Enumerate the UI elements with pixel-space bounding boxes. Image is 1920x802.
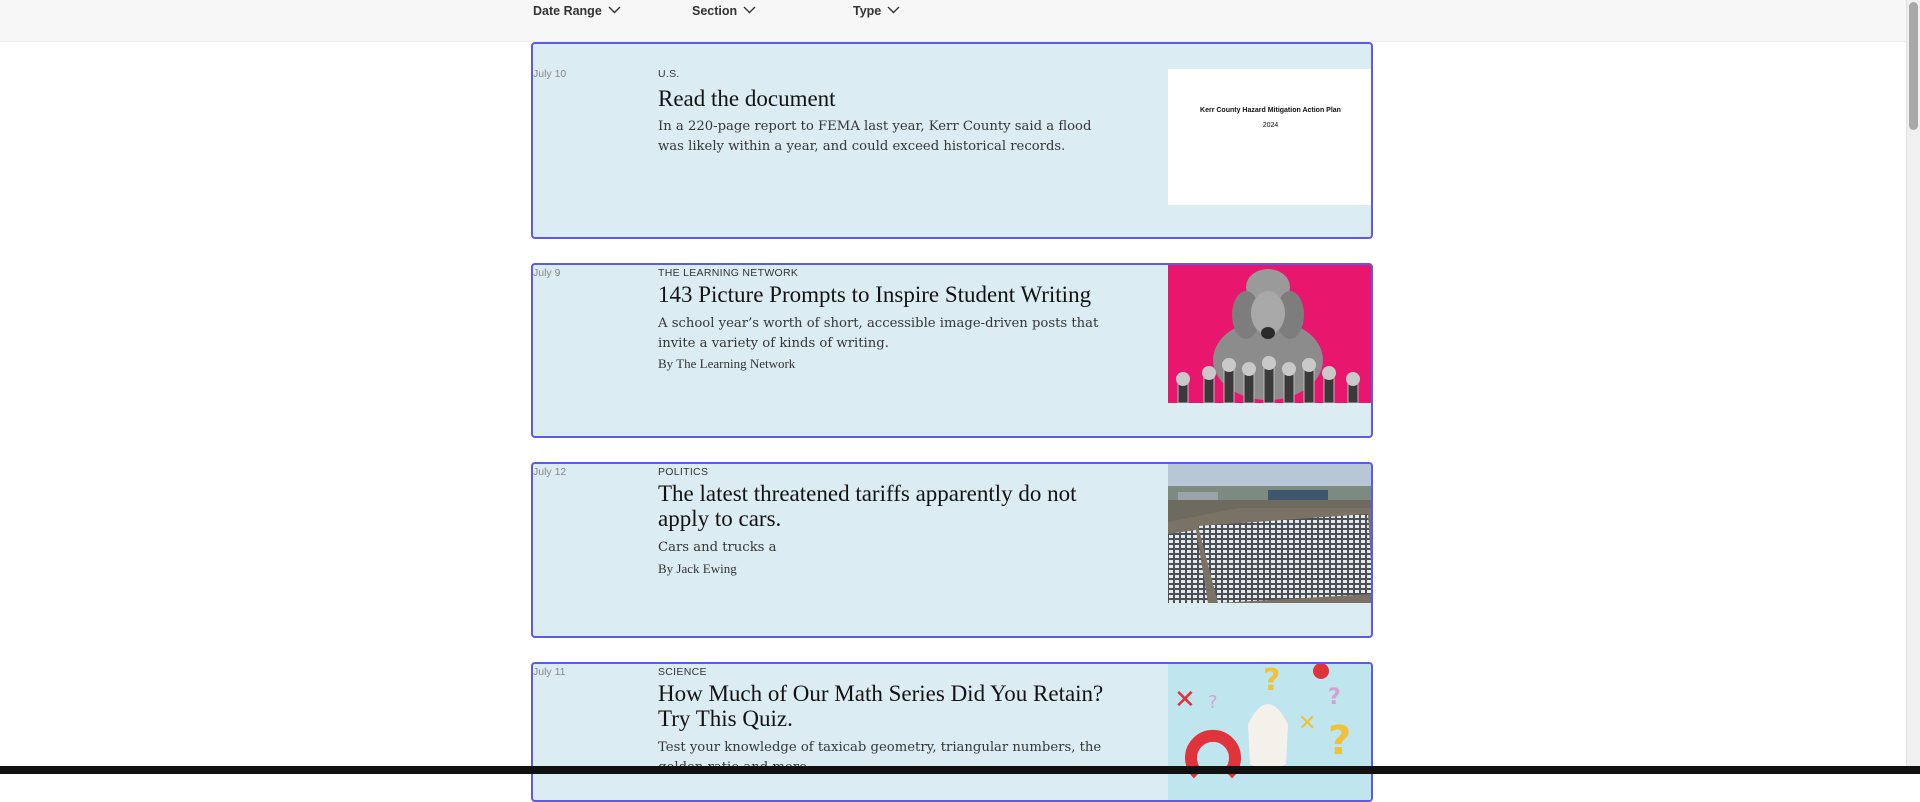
result-summary: Cars and trucks a — [658, 540, 777, 555]
search-result-card[interactable]: July 12 POLITICS The latest threatened t… — [531, 462, 1373, 638]
result-byline: By Jack Ewing — [658, 561, 737, 576]
chevron-down-icon — [743, 6, 756, 14]
search-filter-bar: Date Range Section Type — [0, 0, 1906, 42]
result-date: July 9 — [533, 267, 561, 279]
result-summary: In a 220-page report to FEMA last year, … — [658, 119, 1092, 154]
car-lot-image — [1168, 464, 1371, 603]
svg-text:?: ? — [1208, 692, 1218, 713]
poodle-image — [1168, 265, 1371, 403]
result-date: July 11 — [533, 666, 566, 678]
result-summary: A school year’s worth of short, accessib… — [658, 316, 1099, 351]
date-range-label: Date Range — [533, 4, 602, 18]
result-date: July 12 — [533, 466, 567, 478]
section-filter[interactable]: Section — [692, 4, 756, 18]
search-result-card[interactable]: July 11 SCIENCE How Much of Our Math Ser… — [531, 662, 1373, 802]
chevron-down-icon — [887, 6, 900, 14]
result-headline[interactable]: How Much of Our Math Series Did You Reta… — [658, 681, 1118, 731]
type-filter[interactable]: Type — [853, 4, 900, 18]
bottom-edge-bar — [0, 766, 1920, 774]
result-section[interactable]: U.S. — [658, 68, 680, 80]
result-thumbnail[interactable]: ? ? ? ? ✕ ✕ — [1168, 664, 1371, 800]
result-headline[interactable]: 143 Picture Prompts to Inspire Student W… — [658, 282, 1118, 307]
result-headline[interactable]: Read the document — [658, 86, 1118, 111]
result-section[interactable]: POLITICS — [658, 466, 708, 478]
svg-text:?: ? — [1328, 685, 1341, 710]
document-title: Kerr County Hazard Mitigation Action Pla… — [1200, 107, 1341, 114]
result-date: July 10 — [533, 68, 567, 80]
search-result-card[interactable]: July 10 U.S. Read the document In a 220-… — [531, 42, 1373, 239]
search-result-card[interactable]: July 9 THE LEARNING NETWORK 143 Picture … — [531, 263, 1373, 438]
math-quiz-image: ? ? ? ? ✕ ✕ — [1168, 664, 1371, 800]
svg-text:?: ? — [1263, 664, 1280, 698]
section-filter-label: Section — [692, 4, 738, 18]
svg-text:?: ? — [1328, 718, 1351, 764]
page-scrollbar[interactable] — [1906, 0, 1920, 774]
chevron-down-icon — [608, 6, 621, 14]
result-thumbnail[interactable] — [1168, 464, 1371, 603]
date-range-filter[interactable]: Date Range — [533, 4, 621, 18]
result-section[interactable]: SCIENCE — [658, 666, 707, 678]
document-year: 2024 — [1262, 122, 1279, 129]
result-thumbnail[interactable] — [1168, 265, 1371, 403]
svg-text:✕: ✕ — [1298, 711, 1316, 736]
result-section[interactable]: THE LEARNING NETWORK — [658, 267, 798, 279]
result-byline: By The Learning Network — [658, 356, 796, 371]
svg-text:✕: ✕ — [1174, 685, 1196, 715]
result-headline[interactable]: The latest threatened tariffs apparently… — [658, 481, 1118, 531]
scrollbar-thumb[interactable] — [1909, 2, 1918, 130]
result-thumbnail[interactable]: Kerr County Hazard Mitigation Action Pla… — [1168, 69, 1371, 205]
type-filter-label: Type — [853, 4, 882, 18]
